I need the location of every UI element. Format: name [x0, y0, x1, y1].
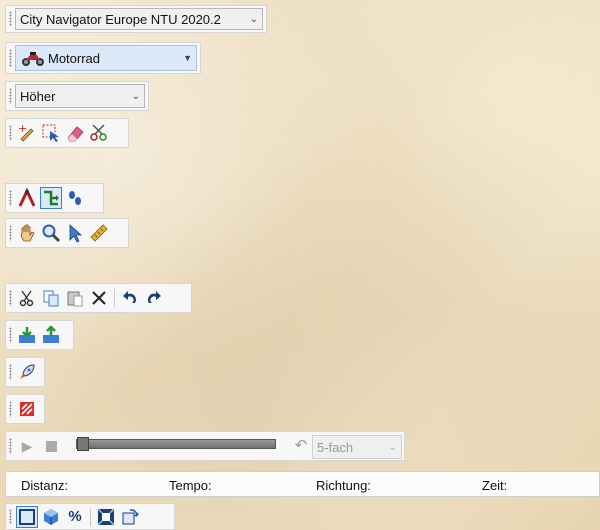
profile-select[interactable]: Motorrad ▼: [15, 45, 197, 71]
view-toolbar: %: [5, 503, 175, 530]
dropdown-arrow-icon: ▼: [183, 53, 192, 63]
percent-icon[interactable]: %: [64, 506, 86, 528]
playback-toolbar: ▶ ↶ 5-fach ⌄: [5, 431, 405, 461]
eraser-icon[interactable]: [64, 122, 86, 144]
map-select-value: City Navigator Europe NTU 2020.2: [20, 11, 221, 27]
paste-icon[interactable]: [64, 287, 86, 309]
undo-icon[interactable]: [119, 287, 141, 309]
altitude-select[interactable]: Höher ⌄: [15, 84, 145, 108]
avoidance-toolbar: [5, 394, 45, 424]
sync-map-icon[interactable]: [119, 506, 141, 528]
add-waypoint-icon[interactable]: +: [16, 122, 38, 144]
rewind-icon[interactable]: ↶: [290, 436, 312, 458]
scissors-route-icon[interactable]: [88, 122, 110, 144]
send-to-device-icon[interactable]: [40, 324, 62, 346]
altitude-select-toolbar: Höher ⌄: [5, 81, 149, 111]
clipboard-toolbar: [5, 283, 192, 313]
motorcycle-icon: [20, 49, 46, 67]
footprints-icon[interactable]: [64, 187, 86, 209]
chevron-down-icon: ⌄: [388, 441, 397, 453]
chevron-down-icon: ⌄: [249, 13, 258, 25]
speed-select[interactable]: 5-fach ⌄: [312, 435, 402, 459]
fit-view-icon[interactable]: [95, 506, 117, 528]
altitude-select-value: Höher: [20, 88, 56, 104]
route-split-icon[interactable]: [40, 187, 62, 209]
toolbar-grip[interactable]: [9, 189, 12, 207]
launch-toolbar: [5, 357, 45, 387]
toolbar-grip[interactable]: [9, 124, 12, 142]
copy-icon[interactable]: [40, 287, 62, 309]
edit-toolbar: +: [5, 118, 129, 148]
avoidance-area-icon[interactable]: [16, 398, 38, 420]
time-label: Zeit:: [482, 478, 508, 493]
toolbar-grip[interactable]: [9, 400, 12, 418]
pointer-arrow-icon[interactable]: [64, 222, 86, 244]
hand-pan-icon[interactable]: [16, 222, 38, 244]
delete-icon[interactable]: [88, 287, 110, 309]
navigation-toolbar: [5, 218, 129, 248]
route-toolbar: [5, 183, 104, 213]
cut-icon[interactable]: [16, 287, 38, 309]
route-draw-icon[interactable]: [16, 187, 38, 209]
toolbar-grip[interactable]: [9, 289, 12, 307]
toolbar-grip[interactable]: [9, 49, 12, 67]
frame-select-icon[interactable]: [16, 505, 38, 528]
toolbar-grip[interactable]: [9, 87, 12, 105]
slider-thumb[interactable]: [77, 437, 89, 451]
ruler-icon[interactable]: [88, 222, 110, 244]
rocket-icon[interactable]: [16, 361, 38, 383]
map-select-toolbar: City Navigator Europe NTU 2020.2 ⌄: [5, 5, 267, 33]
status-bar: Distanz: Tempo: Richtung: Zeit:: [5, 471, 600, 497]
select-area-icon[interactable]: [40, 122, 62, 144]
profile-select-toolbar: Motorrad ▼: [5, 42, 201, 74]
transfer-toolbar: [5, 320, 74, 350]
slider-track[interactable]: [76, 437, 276, 451]
toolbar-grip[interactable]: [9, 363, 12, 381]
toolbar-separator: [90, 507, 91, 526]
redo-icon[interactable]: [143, 287, 165, 309]
map-select[interactable]: City Navigator Europe NTU 2020.2 ⌄: [15, 8, 263, 30]
distance-label: Distanz:: [21, 478, 68, 493]
speed-select-value: 5-fach: [317, 439, 354, 455]
toolbar-grip[interactable]: [9, 326, 12, 344]
profile-select-value: Motorrad: [48, 50, 101, 66]
svg-text:+: +: [18, 123, 27, 135]
direction-label: Richtung:: [316, 478, 371, 493]
toolbar-grip[interactable]: [9, 224, 12, 242]
cube-3d-icon[interactable]: [40, 506, 62, 528]
toolbar-separator: [114, 289, 115, 307]
toolbar-grip[interactable]: [9, 509, 12, 524]
speed-label: Tempo:: [169, 478, 212, 493]
receive-from-device-icon[interactable]: [16, 324, 38, 346]
chevron-down-icon: ⌄: [131, 90, 140, 102]
toolbar-grip[interactable]: [9, 11, 12, 27]
zoom-icon[interactable]: [40, 222, 62, 244]
playback-slider[interactable]: [6, 432, 306, 462]
